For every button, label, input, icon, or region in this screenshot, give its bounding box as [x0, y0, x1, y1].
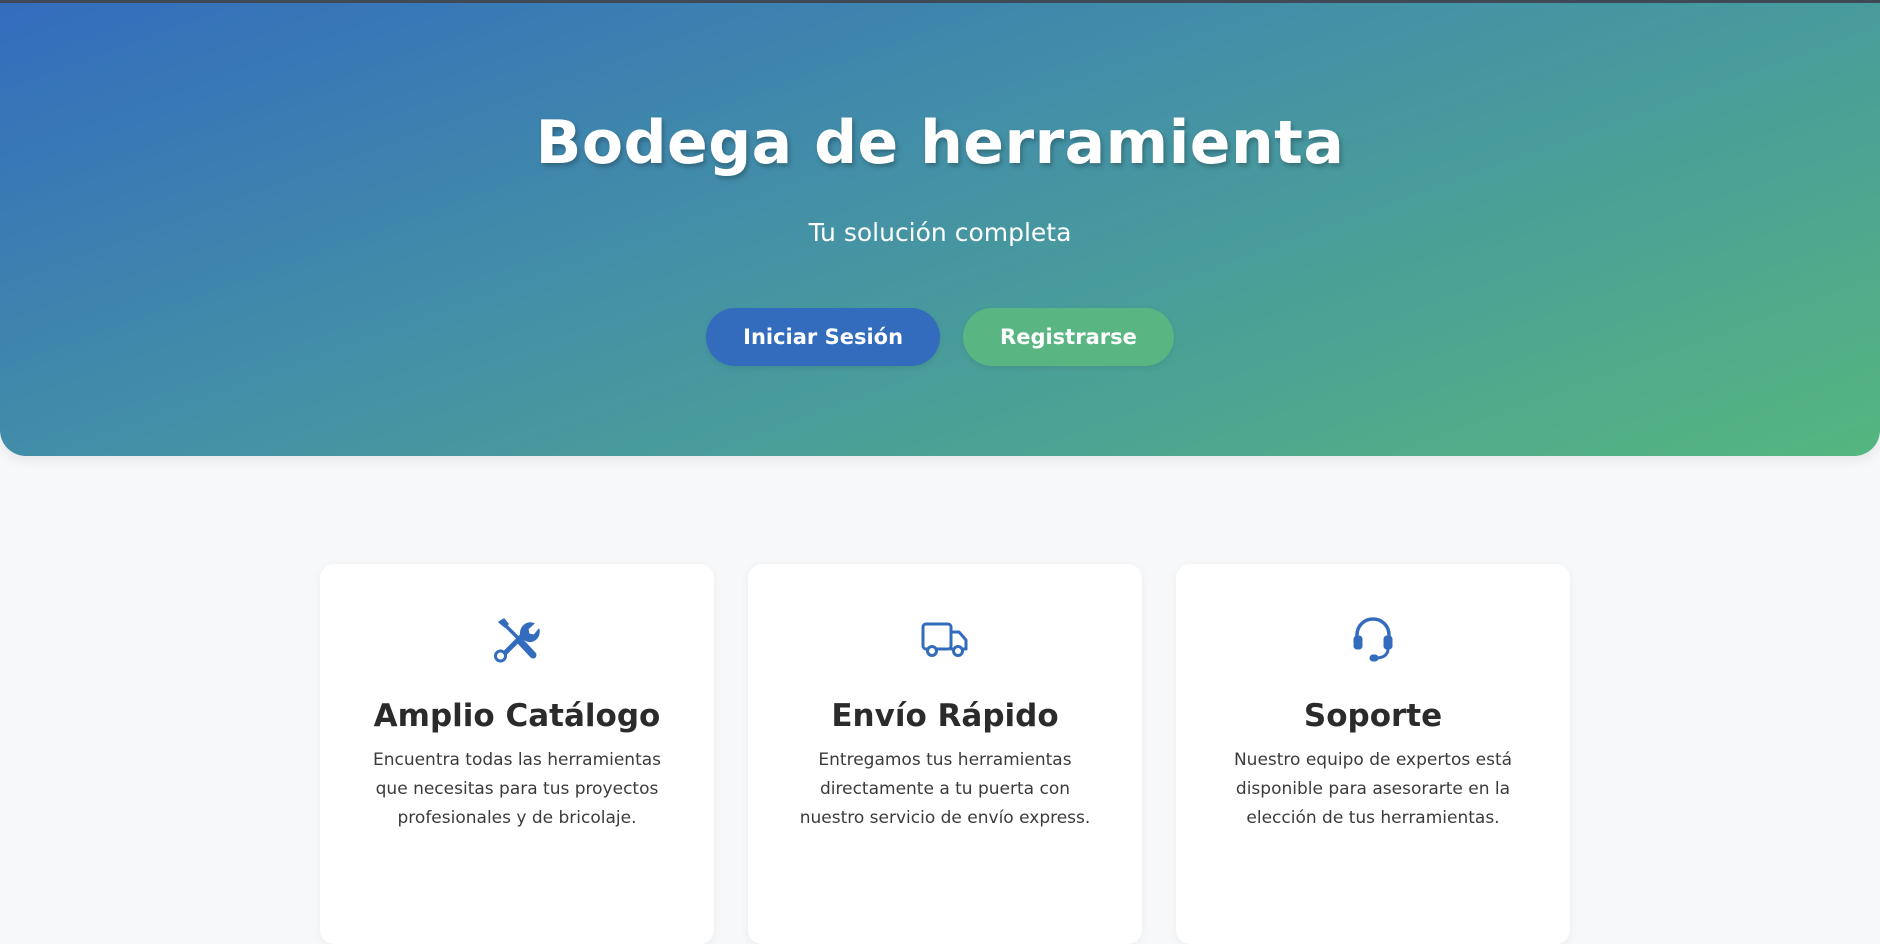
feature-card-catalog: Amplio Catálogo Encuentra todas las herr… — [320, 564, 714, 944]
feature-card-shipping: Envío Rápido Entregamos tus herramientas… — [748, 564, 1142, 944]
headset-icon — [1176, 614, 1570, 664]
register-button[interactable]: Registrarse — [963, 308, 1174, 366]
login-button[interactable]: Iniciar Sesión — [706, 308, 941, 366]
hero-actions: Iniciar Sesión Registrarse — [0, 308, 1880, 366]
feature-description: Nuestro equipo de expertos está disponib… — [1233, 750, 1513, 828]
page-title: Bodega de herramienta — [535, 108, 1345, 178]
features-section: Amplio Catálogo Encuentra todas las herr… — [320, 564, 1570, 944]
tools-icon — [320, 614, 714, 664]
hero-section: Bodega de herramienta Tu solución comple… — [0, 0, 1880, 456]
feature-description: Entregamos tus herramientas directamente… — [799, 750, 1091, 828]
feature-title: Soporte — [1303, 698, 1443, 734]
feature-title: Envío Rápido — [831, 698, 1059, 734]
feature-description: Encuentra todas las herramientas que nec… — [372, 750, 662, 828]
hero-subtitle: Tu solución completa — [808, 218, 1072, 247]
top-border — [0, 0, 1880, 3]
truck-icon — [748, 614, 1142, 664]
feature-card-support: Soporte Nuestro equipo de expertos está … — [1176, 564, 1570, 944]
feature-title: Amplio Catálogo — [373, 698, 661, 734]
